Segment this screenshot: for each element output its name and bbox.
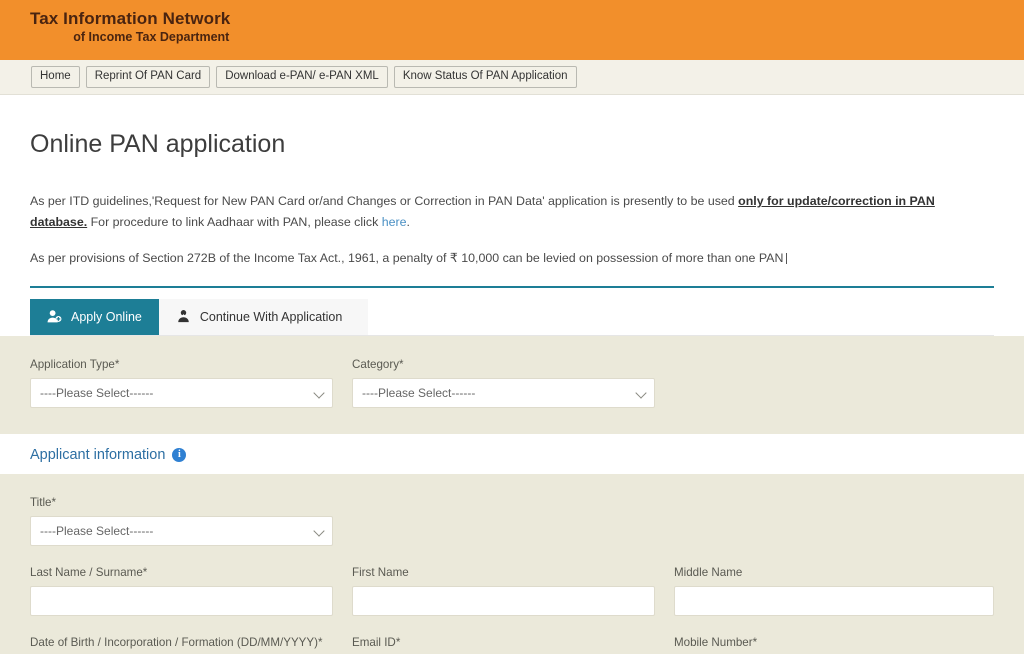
application-type-required: *: [115, 358, 120, 371]
applicant-information-label: Applicant information: [30, 447, 165, 463]
last-name-label: Last Name / Surname*: [30, 566, 333, 579]
tab-continue-label: Continue With Application: [200, 310, 342, 324]
mobile-number-label: Mobile Number*: [674, 636, 994, 649]
application-type-select-wrap: ----Please Select------: [30, 378, 333, 408]
field-date-of-birth: Date of Birth / Incorporation / Formatio…: [30, 636, 333, 654]
mobile-number-required: *: [753, 636, 758, 649]
application-type-label-text: Application Type: [30, 358, 115, 371]
user-add-icon: [47, 309, 62, 324]
nav-know-status[interactable]: Know Status Of PAN Application: [394, 66, 577, 89]
penalty-text: As per provisions of Section 272B of the…: [30, 251, 783, 265]
tab-apply-online[interactable]: Apply Online: [30, 299, 159, 335]
category-select[interactable]: ----Please Select------: [352, 378, 655, 408]
title-select[interactable]: ----Please Select------: [30, 516, 333, 546]
field-middle-name: Middle Name: [674, 566, 994, 616]
middle-name-input[interactable]: [674, 586, 994, 616]
logo-subtitle: of Income Tax Department: [30, 30, 230, 44]
name-row: Last Name / Surname* First Name Middle N…: [30, 566, 994, 616]
title-select-wrap: ----Please Select------: [30, 516, 333, 546]
detail-row: Date of Birth / Incorporation / Formatio…: [30, 636, 994, 654]
page-content: Online PAN application As per ITD guidel…: [0, 95, 1024, 336]
first-name-input[interactable]: [352, 586, 655, 616]
category-select-wrap: ----Please Select------: [352, 378, 655, 408]
date-of-birth-label: Date of Birth / Incorporation / Formatio…: [30, 636, 333, 649]
field-application-type: Application Type* ----Please Select-----…: [30, 358, 333, 408]
application-type-row: Application Type* ----Please Select-----…: [30, 358, 994, 408]
title-required: *: [51, 496, 56, 509]
email-id-required: *: [396, 636, 401, 649]
last-name-label-text: Last Name / Surname: [30, 566, 143, 579]
category-label: Category*: [352, 358, 655, 371]
last-name-required: *: [143, 566, 148, 579]
tab-apply-online-label: Apply Online: [71, 310, 142, 324]
title-row-spacer: [352, 496, 655, 546]
middle-name-label-text: Middle Name: [674, 566, 742, 579]
nav-home[interactable]: Home: [31, 66, 80, 89]
email-id-label-text: Email ID: [352, 636, 396, 649]
application-tabs: Apply Online Continue With Application: [30, 299, 994, 336]
nav-download-epan[interactable]: Download e-PAN/ e-PAN XML: [216, 66, 388, 89]
title-label-text: Title: [30, 496, 51, 509]
last-name-input[interactable]: [30, 586, 333, 616]
middle-name-label: Middle Name: [674, 566, 994, 579]
guideline-text-part3: .: [407, 215, 410, 229]
date-of-birth-required: *: [318, 636, 323, 649]
applicant-information-section: Title* ----Please Select------ Last Name…: [0, 474, 1024, 654]
aadhaar-link-here[interactable]: here: [382, 215, 407, 229]
title-label: Title*: [30, 496, 333, 509]
section-divider: [30, 286, 994, 288]
application-type-select[interactable]: ----Please Select------: [30, 378, 333, 408]
guideline-text-part2: For procedure to link Aadhaar with PAN, …: [87, 215, 382, 229]
first-name-label-text: First Name: [352, 566, 409, 579]
logo-title: Tax Information Network: [30, 9, 230, 29]
field-mobile-number: Mobile Number*: [674, 636, 994, 654]
application-type-label: Application Type*: [30, 358, 333, 371]
field-title: Title* ----Please Select------: [30, 496, 333, 546]
title-row: Title* ----Please Select------: [30, 496, 994, 546]
title-row-spacer-2: [674, 496, 994, 546]
field-category: Category* ----Please Select------: [352, 358, 655, 408]
mobile-number-label-text: Mobile Number: [674, 636, 753, 649]
user-continue-icon: [176, 309, 191, 324]
application-type-section: Application Type* ----Please Select-----…: [0, 336, 1024, 434]
nav-reprint-pan-card[interactable]: Reprint Of PAN Card: [86, 66, 211, 89]
guideline-text-part1: As per ITD guidelines,'Request for New P…: [30, 194, 738, 208]
email-id-label: Email ID*: [352, 636, 655, 649]
guideline-paragraph: As per ITD guidelines,'Request for New P…: [30, 159, 994, 234]
applicant-information-heading: Applicant information i: [0, 434, 1024, 474]
category-required: *: [399, 358, 404, 371]
field-first-name: First Name: [352, 566, 655, 616]
info-icon[interactable]: i: [172, 448, 186, 462]
date-of-birth-label-text: Date of Birth / Incorporation / Formatio…: [30, 636, 318, 649]
text-cursor: [786, 253, 787, 264]
main-navigation: Home Reprint Of PAN Card Download e-PAN/…: [0, 60, 1024, 95]
field-last-name: Last Name / Surname*: [30, 566, 333, 616]
site-header: Tax Information Network of Income Tax De…: [0, 0, 1024, 60]
tab-continue-with-application[interactable]: Continue With Application: [159, 299, 368, 335]
penalty-paragraph: As per provisions of Section 272B of the…: [30, 234, 994, 269]
first-name-label: First Name: [352, 566, 655, 579]
field-email-id: Email ID*: [352, 636, 655, 654]
page-title: Online PAN application: [30, 95, 994, 159]
tin-logo: Tax Information Network of Income Tax De…: [30, 9, 230, 44]
category-label-text: Category: [352, 358, 399, 371]
